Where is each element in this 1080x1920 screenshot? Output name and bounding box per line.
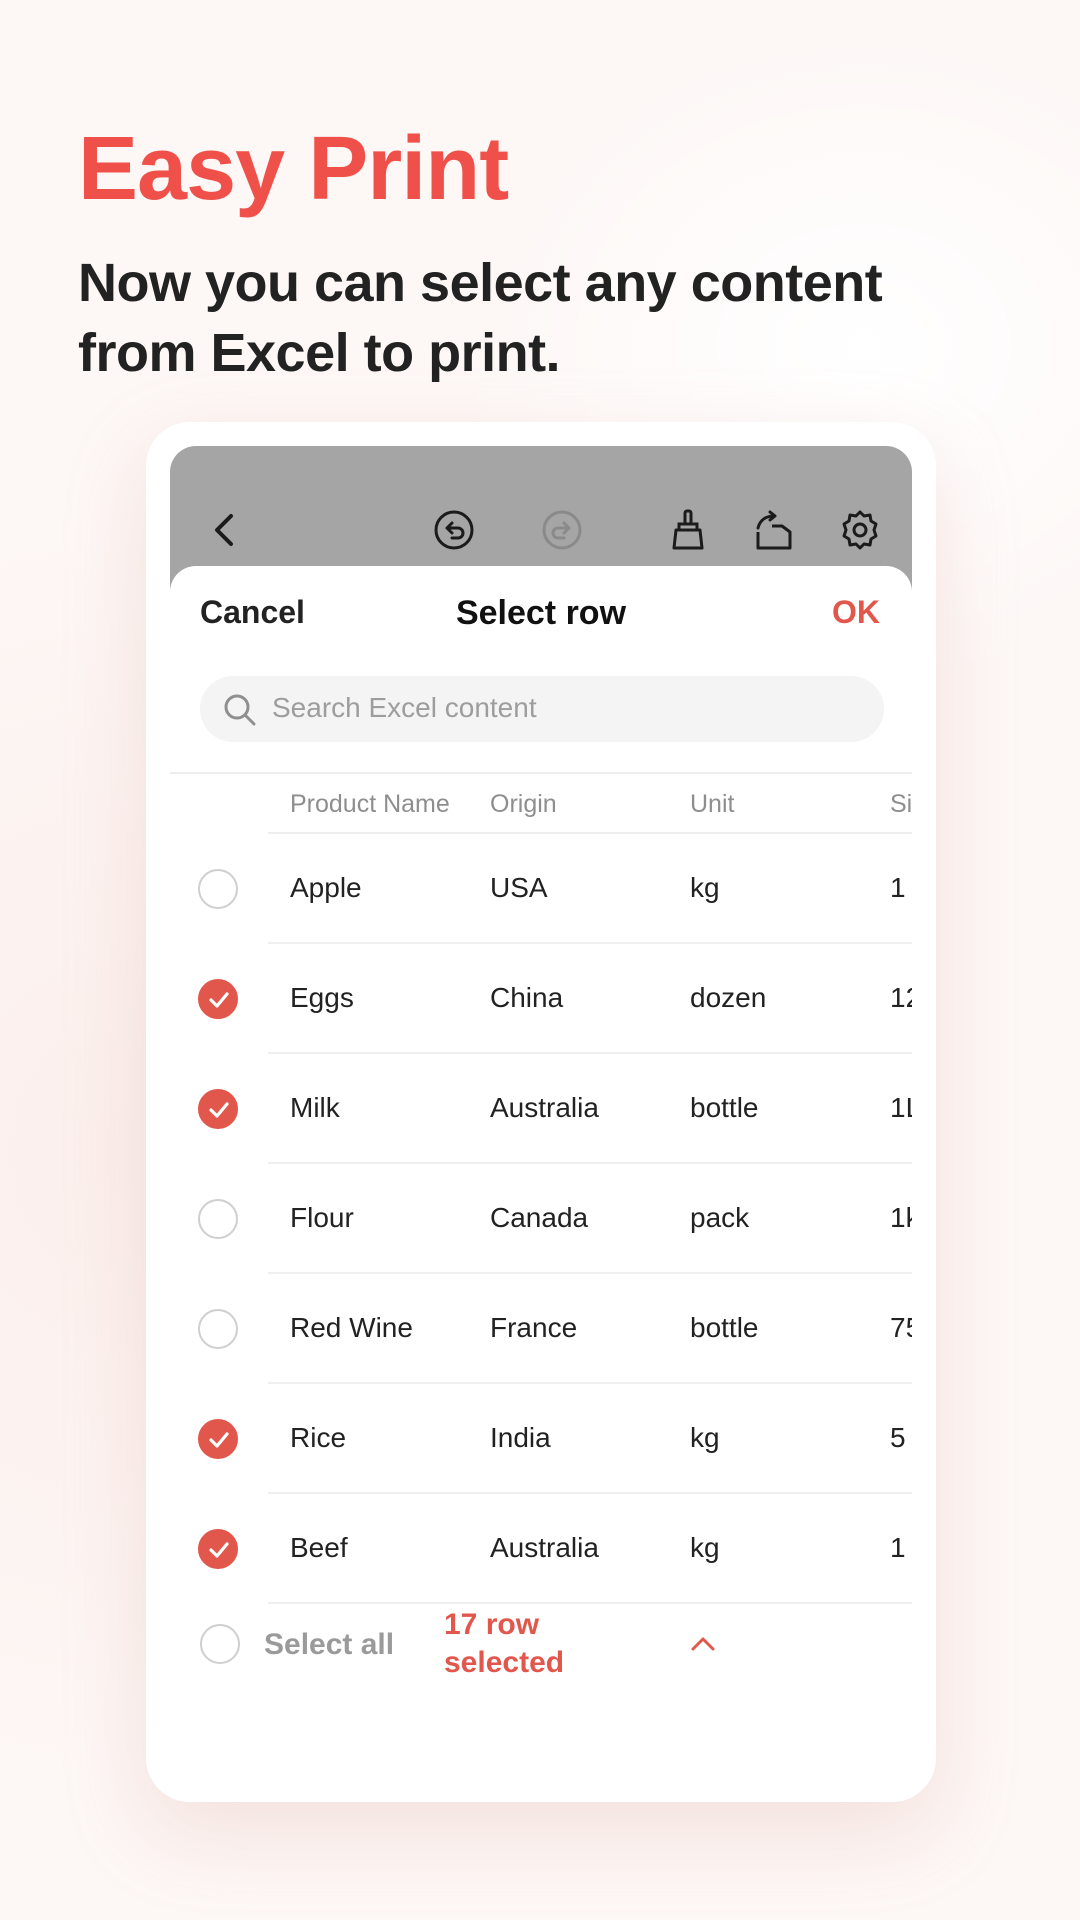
search-placeholder: Search Excel content [272, 692, 537, 723]
cell-size: 75 [890, 1312, 912, 1343]
sheet-header: Cancel Select row OK [170, 566, 912, 662]
cell-product-name: Rice [290, 1422, 347, 1453]
cell-origin: Australia [490, 1092, 599, 1123]
chevron-up-icon[interactable] [688, 1634, 718, 1654]
column-header-size: Si [890, 790, 912, 818]
table-header: Product Name Origin Unit Si [170, 774, 912, 834]
table-row[interactable]: Milk Australia bottle 1L [170, 1054, 912, 1164]
row-checkbox[interactable] [198, 1199, 238, 1239]
cell-size: 1 [890, 872, 906, 903]
promo-subtitle: Now you can select any content from Exce… [78, 253, 883, 383]
row-checkbox[interactable] [198, 979, 238, 1019]
cell-origin: Australia [490, 1532, 599, 1563]
cell-product-name: Milk [290, 1092, 340, 1123]
cell-origin: India [490, 1422, 551, 1453]
cell-product-name: Eggs [290, 982, 354, 1013]
table-row[interactable]: Red Wine France bottle 75 [170, 1274, 912, 1384]
row-checkbox[interactable] [198, 1309, 238, 1349]
cell-product-name: Beef [290, 1532, 348, 1563]
table-body: Apple USA kg 1 Eggs China dozen 12 Milk Australia… [170, 834, 912, 1604]
cell-unit: dozen [690, 982, 767, 1013]
ok-button[interactable]: OK [832, 594, 880, 631]
cell-unit: pack [690, 1202, 750, 1233]
cell-size: 1 [890, 1532, 906, 1563]
settings-gear-icon[interactable] [838, 508, 882, 552]
search-icon [222, 692, 258, 728]
row-checkbox[interactable] [198, 869, 238, 909]
clear-brush-icon[interactable] [666, 508, 710, 552]
select-row-sheet: Cancel Select row OK Search Excel conten… [170, 566, 912, 1802]
cell-size: 5 [890, 1422, 906, 1453]
undo-icon[interactable] [432, 508, 476, 552]
row-checkbox[interactable] [198, 1089, 238, 1129]
redo-icon[interactable] [540, 508, 584, 552]
table-row[interactable]: Rice India kg 5 [170, 1384, 912, 1494]
selected-count: 17 row selected [444, 1608, 565, 1679]
column-header-unit: Unit [690, 790, 735, 818]
cell-size: 12 [890, 982, 912, 1013]
share-export-icon[interactable] [752, 508, 796, 552]
cell-origin: France [490, 1312, 578, 1343]
app-screen: Cancel Select row OK Search Excel conten… [170, 446, 912, 1802]
sheet-title: Select row [455, 594, 627, 632]
cell-size: 1k [890, 1202, 912, 1233]
phone-frame: Cancel Select row OK Search Excel conten… [146, 422, 936, 1802]
table-row[interactable]: Eggs China dozen 12 [170, 944, 912, 1054]
cell-unit: kg [690, 1422, 720, 1453]
select-all-label[interactable]: Select all [264, 1628, 394, 1662]
cell-unit: kg [690, 872, 720, 903]
search-input[interactable]: Search Excel content [200, 676, 884, 742]
cell-origin: USA [490, 872, 548, 903]
cell-unit: bottle [690, 1092, 759, 1123]
cell-unit: bottle [690, 1312, 759, 1343]
cell-product-name: Apple [290, 872, 362, 903]
column-header-product-name: Product Name [290, 790, 450, 818]
back-icon[interactable] [204, 508, 248, 552]
column-header-origin: Origin [490, 790, 557, 818]
cell-origin: China [490, 982, 564, 1013]
cell-origin: Canada [490, 1202, 589, 1233]
row-checkbox[interactable] [198, 1529, 238, 1569]
select-all-checkbox[interactable] [200, 1624, 240, 1664]
cell-size: 1L [890, 1092, 912, 1123]
selection-footer: Select all 17 row selected [170, 1584, 912, 1704]
promo-title: Easy Print [78, 119, 509, 219]
cell-unit: kg [690, 1532, 720, 1563]
cell-product-name: Flour [290, 1202, 354, 1233]
table-row[interactable]: Flour Canada pack 1k [170, 1164, 912, 1274]
cell-product-name: Red Wine [290, 1312, 413, 1343]
row-checkbox[interactable] [198, 1419, 238, 1459]
excel-rows-table: Product Name Origin Unit Si Apple USA kg 1 E… [170, 774, 912, 1604]
table-row[interactable]: Apple USA kg 1 [170, 834, 912, 944]
